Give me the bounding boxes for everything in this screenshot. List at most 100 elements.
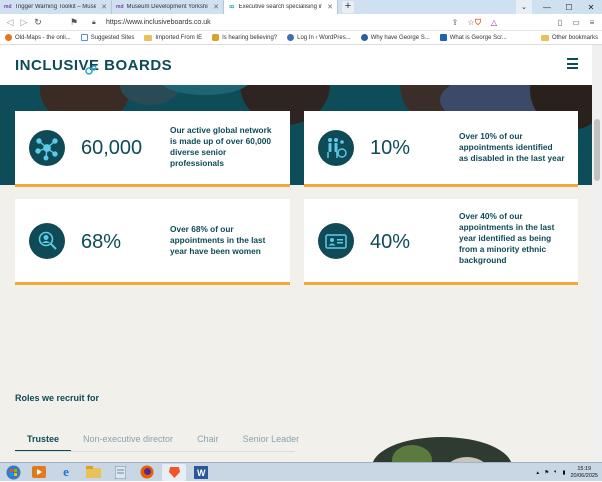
- bookmark-item[interactable]: What is George Scr...: [435, 34, 512, 41]
- tab-senior-leader[interactable]: Senior Leader: [231, 428, 312, 452]
- url-text: https://www.inclusiveboards.co.uk: [106, 19, 211, 26]
- forward-icon[interactable]: ▷: [17, 15, 31, 29]
- museum-favicon-icon: md: [4, 4, 12, 10]
- tab-chair[interactable]: Chair: [185, 428, 231, 452]
- network-tray-icon[interactable]: ▮: [562, 470, 565, 476]
- tab-non-executive-director[interactable]: Non-executive director: [71, 428, 185, 452]
- start-button[interactable]: [2, 464, 24, 481]
- accessibility-icon: [318, 130, 354, 166]
- close-window-icon[interactable]: ✕: [580, 0, 602, 14]
- sidebar-icon[interactable]: ▯: [552, 16, 568, 29]
- bookmarks-bar: Old-Maps - the onli... Suggested Sites I…: [0, 31, 602, 45]
- bookmark-item[interactable]: Why have George S...: [356, 34, 435, 41]
- site-header: INCLUSIVE BOARDS: [0, 45, 592, 85]
- system-tray: ▴ ⚑ 🔈︎ ▮ 15:19 20/06/2025: [536, 463, 598, 482]
- lock-icon: 🔒︎: [92, 18, 96, 26]
- accent-bar: [15, 282, 290, 285]
- bookmark-item[interactable]: Suggested Sites: [76, 34, 140, 41]
- museum-favicon-icon: md: [116, 4, 124, 10]
- globe-icon: [5, 34, 12, 41]
- tab-title: Museum Development Yorkshire: Trip: [126, 4, 209, 10]
- close-icon[interactable]: ✕: [213, 3, 219, 11]
- bookmark-label: Log In ‹ WordPres...: [297, 34, 351, 41]
- other-bookmarks[interactable]: Other bookmarks: [540, 31, 598, 45]
- stat-desc-line: from a minority ethnic: [459, 244, 547, 254]
- firefox-icon[interactable]: [135, 464, 159, 481]
- wordpress-icon: [360, 34, 368, 41]
- new-tab-button[interactable]: +: [342, 1, 354, 13]
- wallet-icon[interactable]: ▭: [568, 16, 584, 29]
- role-image: [372, 437, 512, 462]
- page-scrollbar[interactable]: [592, 45, 602, 462]
- tab-title: Trigger Warning Toolkit – Museum De: [14, 4, 97, 10]
- browser-tab[interactable]: md Museum Development Yorkshire: Trip ✕: [112, 0, 224, 14]
- chevron-down-icon[interactable]: ⌄: [516, 0, 532, 14]
- id-card-icon: [318, 223, 354, 259]
- bookmark-item[interactable]: Is hearing believing?: [207, 34, 282, 41]
- media-player-icon[interactable]: [27, 464, 51, 481]
- bookmark-item[interactable]: Old-Maps - the onli...: [0, 34, 76, 41]
- stat-desc-line: appointments in the last: [170, 235, 266, 245]
- clock[interactable]: 15:19 20/06/2025: [570, 466, 598, 479]
- brave-icon[interactable]: [162, 463, 186, 481]
- close-icon[interactable]: ✕: [101, 3, 107, 11]
- file-explorer-icon[interactable]: [81, 464, 105, 481]
- browser-tab-active[interactable]: ꝏ Executive search specialising in di ✕: [224, 0, 338, 14]
- stat-card: 10% Over 10% of our appointments identif…: [304, 111, 578, 187]
- minimize-icon[interactable]: —: [536, 0, 558, 14]
- stat-value: 60,000: [81, 137, 143, 159]
- bookmark-label: Imported From IE: [155, 34, 203, 41]
- back-icon[interactable]: ◁: [3, 15, 17, 29]
- stat-value: 68%: [81, 231, 122, 253]
- window-controls: ⌄ — ☐ ✕: [516, 0, 602, 14]
- bookmark-label: Why have George S...: [370, 34, 430, 41]
- stat-desc-line: Over 10% of our: [459, 131, 523, 141]
- browser-tabstrip: md Trigger Warning Toolkit – Museum De ✕…: [0, 0, 602, 14]
- chevron-up-icon[interactable]: ▴: [536, 470, 539, 476]
- accent-bar: [304, 184, 578, 187]
- rewards-icon[interactable]: △: [486, 16, 502, 29]
- svg-text:W: W: [197, 468, 206, 478]
- stat-value: 40%: [370, 231, 411, 253]
- close-icon[interactable]: ✕: [327, 3, 333, 11]
- other-bookmarks-label: Other bookmarks: [551, 35, 598, 41]
- bookmark-label: Suggested Sites: [90, 34, 135, 41]
- word-icon[interactable]: W: [189, 464, 213, 481]
- tabs-divider: [15, 451, 295, 452]
- maximize-icon[interactable]: ☐: [558, 0, 580, 14]
- notepad-icon[interactable]: [108, 464, 132, 481]
- scrollbar-thumb[interactable]: [594, 119, 600, 181]
- stat-desc-line: Over 68% of our: [170, 224, 234, 234]
- reload-icon[interactable]: ↻: [31, 15, 45, 29]
- stat-desc-line: Our active global network: [170, 125, 272, 135]
- stat-desc-line: year identified as being: [459, 233, 552, 243]
- folder-icon: [540, 35, 549, 41]
- stat-desc-line: diverse senior: [170, 147, 227, 157]
- stat-card: 60,000 Our active global network is made…: [15, 111, 290, 187]
- share-icon[interactable]: ⇪: [447, 16, 463, 29]
- bookmark-icon[interactable]: ⚑: [67, 15, 81, 29]
- brave-shield-icon[interactable]: ⛉: [470, 16, 486, 29]
- stat-card: 40% Over 40% of our appointments in the …: [304, 199, 578, 285]
- accent-bar: [15, 184, 290, 187]
- stat-description: Our active global network is made up of …: [170, 125, 271, 169]
- menu-icon[interactable]: ≡: [584, 16, 600, 29]
- address-bar[interactable]: 🔒︎ https://www.inclusiveboards.co.uk: [92, 16, 497, 29]
- flag-icon[interactable]: ⚑: [544, 470, 549, 476]
- stat-description: Over 68% of our appointments in the last…: [170, 224, 265, 257]
- bookmark-label: Old-Maps - the onli...: [15, 34, 71, 41]
- stat-desc-line: appointments in the last: [459, 222, 555, 232]
- page-icon: [80, 34, 88, 41]
- stat-desc-line: year have been women: [170, 246, 261, 256]
- browser-tab[interactable]: md Trigger Warning Toolkit – Museum De ✕: [0, 0, 112, 14]
- stat-desc-line: professionals: [170, 158, 224, 168]
- volume-icon[interactable]: 🔈︎: [554, 469, 557, 476]
- tab-trustee[interactable]: Trustee: [15, 428, 72, 452]
- bookmark-item[interactable]: Log In ‹ WordPres...: [282, 34, 356, 41]
- internet-explorer-icon[interactable]: e: [54, 464, 78, 481]
- stat-desc-line: background: [459, 255, 507, 265]
- bookmark-item[interactable]: Imported From IE: [139, 34, 207, 41]
- hamburger-menu-icon[interactable]: [567, 58, 578, 69]
- stat-desc-line: is made up of over 60,000: [170, 136, 271, 146]
- stat-desc-line: Over 40% of our: [459, 211, 523, 221]
